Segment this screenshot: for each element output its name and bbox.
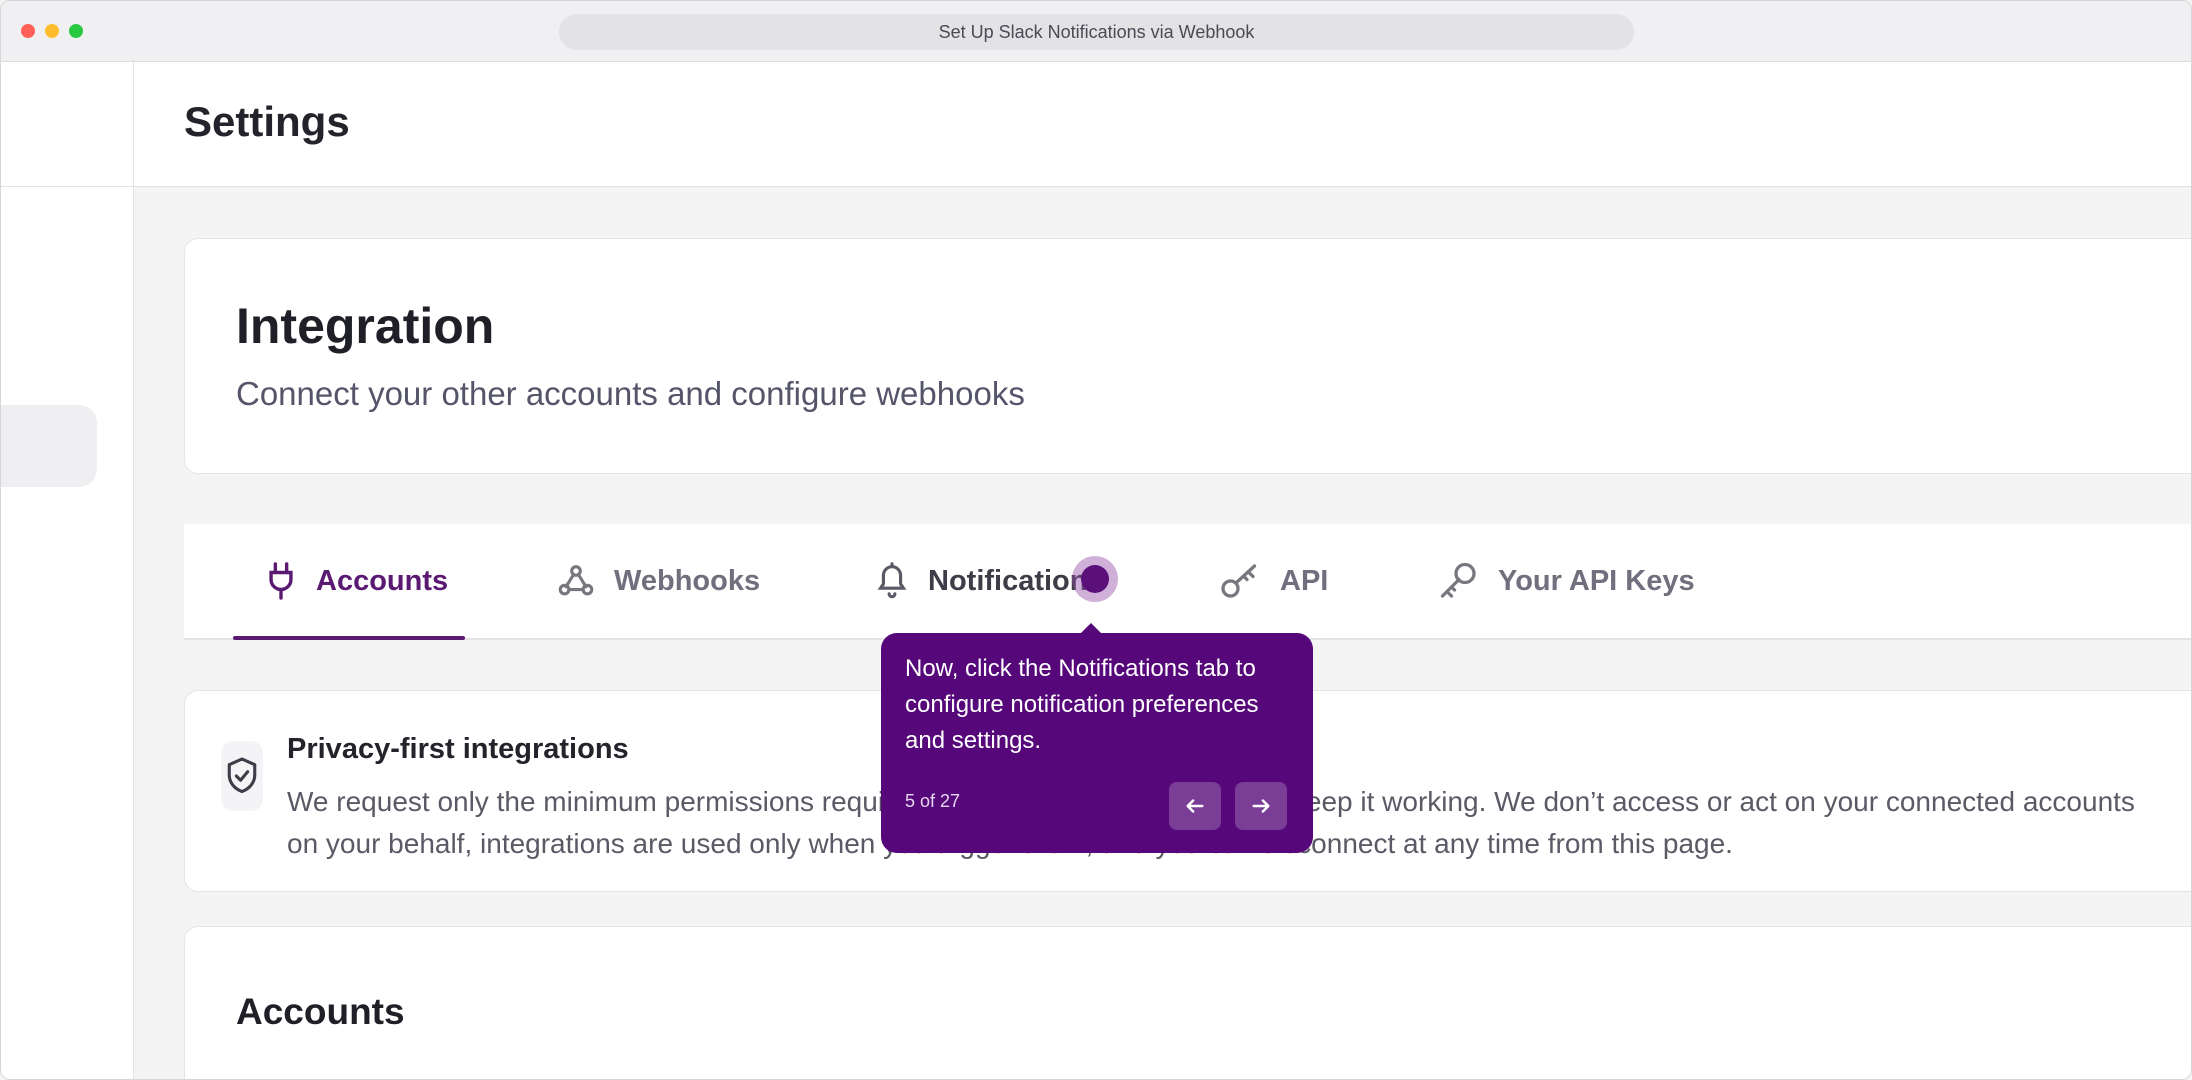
plug-icon xyxy=(269,562,293,600)
key-icon xyxy=(1221,564,1257,598)
tab-webhooks[interactable]: Webhooks xyxy=(556,524,760,638)
tooltip-arrow xyxy=(1080,623,1102,634)
accounts-section-card: Accounts xyxy=(184,926,2191,1079)
browser-window: Set Up Slack Notifications via Webhook S… xyxy=(0,0,2192,1080)
arrow-left-icon xyxy=(1186,799,1204,813)
maximize-window-button[interactable] xyxy=(69,24,83,38)
tab-your-api-keys[interactable]: Your API Keys xyxy=(1438,524,1695,638)
tour-tooltip: Now, click the Notifications tab to conf… xyxy=(881,623,1313,853)
tab-your-api-keys-label: Your API Keys xyxy=(1498,564,1695,597)
page-title: Settings xyxy=(184,98,350,145)
key-icon xyxy=(1440,562,1476,598)
bell-icon xyxy=(877,562,907,599)
tab-accounts[interactable]: Accounts xyxy=(264,524,448,638)
tour-hotspot-dot xyxy=(1081,565,1109,593)
accounts-section-title: Accounts xyxy=(236,991,405,1032)
shield-check-icon xyxy=(221,741,263,811)
sidebar-item-active[interactable] xyxy=(1,405,97,487)
integration-title: Integration xyxy=(236,298,495,354)
page-header: Settings xyxy=(134,62,2191,187)
minimize-window-button[interactable] xyxy=(45,24,59,38)
webhook-icon xyxy=(558,565,594,596)
tooltip-message: Now, click the Notifications tab to conf… xyxy=(905,655,1259,754)
integration-subtitle: Connect your other accounts and configur… xyxy=(236,375,1025,412)
tour-hotspot[interactable] xyxy=(1072,556,1118,602)
tooltip-next-button[interactable] xyxy=(1235,782,1287,830)
tab-api-label: API xyxy=(1280,564,1329,597)
active-tab-indicator xyxy=(233,636,465,640)
tab-notifications[interactable]: Notifications xyxy=(874,524,1104,638)
tab-webhooks-label: Webhooks xyxy=(614,564,761,597)
privacy-title: Privacy-first integrations xyxy=(287,733,629,765)
address-bar[interactable]: Set Up Slack Notifications via Webhook xyxy=(559,14,1634,50)
tab-accounts-label: Accounts xyxy=(316,564,449,597)
integration-card: Integration Connect your other accounts … xyxy=(184,238,2191,474)
title-bar: Set Up Slack Notifications via Webhook xyxy=(1,1,2191,62)
sidebar xyxy=(1,62,134,1079)
integration-tabs: Accounts Webhooks Notifications API Your… xyxy=(184,524,2191,640)
sidebar-header xyxy=(1,62,133,187)
arrow-right-icon xyxy=(1252,799,1270,813)
tooltip-previous-button[interactable] xyxy=(1169,782,1221,830)
tooltip-step-counter: 5 of 27 xyxy=(905,791,961,811)
close-window-button[interactable] xyxy=(21,24,35,38)
tab-api[interactable]: API xyxy=(1220,524,1328,638)
